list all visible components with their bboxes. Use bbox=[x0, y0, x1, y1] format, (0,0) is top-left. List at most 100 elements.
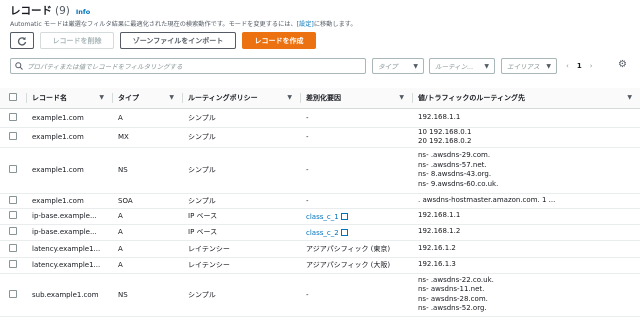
row-checkbox[interactable] bbox=[9, 289, 17, 298]
create-record-button[interactable]: レコードを作成 bbox=[242, 32, 316, 49]
sort-icon: ▼ bbox=[399, 94, 404, 101]
records-table: レコード名 ▼ タイプ ▼ ルーティングポリシー ▼ 差別化要因 ▼ 値/トラフィックの… bbox=[0, 88, 640, 317]
column-header-type[interactable]: タイプ ▼ bbox=[112, 88, 182, 109]
column-header-value[interactable]: 値/トラフィックのルーティング先 ▼ bbox=[412, 88, 640, 109]
routing-policy: レイテンシー bbox=[182, 240, 300, 258]
value-cell: 192.16.1.3 bbox=[412, 257, 640, 274]
value-cell: 192.168.1.1 bbox=[412, 208, 640, 225]
info-link[interactable]: Info bbox=[76, 8, 90, 16]
record-value: 20 192.168.0.2 bbox=[418, 137, 472, 145]
routing-policy: シンプル bbox=[182, 108, 300, 128]
record-value: ns- .awsdns-22.co.uk. bbox=[418, 275, 494, 284]
alias-filter-placeholder: エイリアス bbox=[507, 63, 540, 71]
differentiator: - bbox=[300, 108, 412, 128]
table-row[interactable]: example1.com SOA シンプル - . awsdns-hostmaster… bbox=[0, 193, 640, 209]
routing-policy: レイテンシー bbox=[182, 257, 300, 274]
refresh-icon bbox=[17, 36, 27, 46]
row-checkbox[interactable] bbox=[9, 227, 17, 235]
row-select-cell bbox=[0, 127, 26, 148]
table-row[interactable]: example1.com A シンプル -192.168.1.1 bbox=[0, 108, 640, 128]
table-row[interactable]: example1.com MX シンプル -10 192.168.0.1 20 192.… bbox=[0, 127, 640, 148]
differentiator-cell: class_c_1 bbox=[300, 208, 412, 225]
row-select-cell bbox=[0, 147, 26, 194]
filter-row: プロパティまたは値でレコードをフィルタリングする タイプ ▼ ルーティン... … bbox=[10, 58, 632, 74]
row-checkbox[interactable] bbox=[9, 165, 17, 173]
table-header-row: レコード名 ▼ タイプ ▼ ルーティングポリシー ▼ 差別化要因 ▼ 値/トラフィックの… bbox=[0, 88, 640, 109]
row-checkbox[interactable] bbox=[9, 132, 17, 140]
type-filter-placeholder: タイプ bbox=[378, 63, 398, 71]
delete-record-button[interactable]: レコードを削除 bbox=[40, 32, 114, 49]
search-input[interactable]: プロパティまたは値でレコードをフィルタリングする bbox=[10, 58, 366, 74]
row-checkbox[interactable] bbox=[9, 195, 17, 204]
settings-link[interactable]: [設定] bbox=[297, 21, 314, 28]
row-checkbox[interactable] bbox=[9, 260, 17, 268]
record-name: example1.com bbox=[26, 108, 112, 128]
toolbar: レコードを削除 ゾーンファイルをインポート レコードを作成 bbox=[10, 32, 316, 49]
alias-filter-select[interactable]: エイリアス ▼ bbox=[501, 58, 557, 74]
record-type: A bbox=[112, 257, 182, 274]
table-row[interactable]: ip-base.example... A IP ベース class_c_1 192.16… bbox=[0, 208, 640, 225]
column-label: レコード名 bbox=[32, 93, 67, 102]
record-name: example1.com bbox=[26, 127, 112, 148]
routing-policy: シンプル bbox=[182, 193, 300, 209]
description-text: Automatic モードは厳選なフィルタ結果に最適化された現在の検索動作です。… bbox=[10, 21, 297, 28]
record-type: MX bbox=[112, 127, 182, 148]
column-header-differentiator[interactable]: 差別化要因 ▼ bbox=[300, 88, 412, 109]
row-checkbox[interactable] bbox=[9, 243, 17, 252]
row-select-cell bbox=[0, 108, 26, 128]
column-header-name[interactable]: レコード名 ▼ bbox=[26, 88, 112, 109]
table-row[interactable]: sub.example1.com NS シンプル - ns- .awsdns-22.co… bbox=[0, 273, 640, 317]
record-type: A bbox=[112, 108, 182, 128]
record-type: A bbox=[112, 208, 182, 225]
differentiator-link[interactable]: class_c_1 bbox=[306, 213, 339, 221]
pagination: ‹ 1 › bbox=[566, 58, 593, 74]
routing-policy: シンプル bbox=[182, 147, 300, 194]
routing-filter-select[interactable]: ルーティン... ▼ bbox=[429, 58, 495, 74]
differentiator-link[interactable]: class_c_2 bbox=[306, 229, 339, 237]
select-all-cell bbox=[0, 88, 26, 109]
record-value: ns- awsdns-11.net. bbox=[418, 285, 485, 293]
column-label: 差別化要因 bbox=[306, 93, 341, 102]
record-value: 192.168.1.1 bbox=[418, 211, 461, 220]
column-label: タイプ bbox=[118, 93, 139, 102]
row-select-cell bbox=[0, 240, 26, 258]
import-zone-file-button[interactable]: ゾーンファイルをインポート bbox=[120, 32, 236, 49]
sort-icon: ▼ bbox=[627, 94, 632, 101]
record-name: sub.example1.com bbox=[26, 273, 112, 317]
table-row[interactable]: latency.example1... A レイテンシー アジアパシフィック (大阪)… bbox=[0, 257, 640, 274]
record-value: . awsdns-hostmaster.amazon.com. 1 ... bbox=[418, 195, 556, 204]
page-number[interactable]: 1 bbox=[577, 62, 582, 70]
routing-filter-placeholder: ルーティン... bbox=[435, 63, 474, 71]
external-link-icon bbox=[340, 212, 348, 220]
record-value: 192.16.1.3 bbox=[418, 260, 456, 269]
row-checkbox[interactable] bbox=[9, 112, 17, 121]
differentiator-cell: class_c_2 bbox=[300, 224, 412, 241]
select-all-checkbox[interactable] bbox=[9, 92, 17, 101]
differentiator: - bbox=[300, 127, 412, 148]
column-header-routing-policy[interactable]: ルーティングポリシー ▼ bbox=[182, 88, 300, 109]
routing-policy: シンプル bbox=[182, 127, 300, 148]
record-type: A bbox=[112, 240, 182, 258]
differentiator: アジアパシフィック (大阪) bbox=[300, 257, 412, 274]
header: レコード (9) Info bbox=[10, 3, 90, 17]
refresh-button[interactable] bbox=[10, 32, 34, 49]
row-select-cell bbox=[0, 193, 26, 209]
gear-icon[interactable]: ⚙ bbox=[618, 59, 627, 70]
table-row[interactable]: latency.example1... A レイテンシー アジアパシフィック (東京)… bbox=[0, 240, 640, 258]
row-select-cell bbox=[0, 257, 26, 274]
previous-page-icon[interactable]: ‹ bbox=[566, 62, 569, 70]
table-row[interactable]: example1.com NS シンプル - ns- .awsdns-29.com. ns… bbox=[0, 147, 640, 194]
page-title: レコード bbox=[10, 5, 52, 17]
chevron-down-icon: ▼ bbox=[413, 62, 418, 70]
record-name: example1.com bbox=[26, 147, 112, 194]
record-type: SOA bbox=[112, 193, 182, 209]
type-filter-select[interactable]: タイプ ▼ bbox=[372, 58, 424, 74]
column-label: ルーティングポリシー bbox=[188, 93, 258, 102]
record-value: 10 192.168.0.1 bbox=[418, 127, 472, 136]
differentiator: - bbox=[300, 273, 412, 317]
row-checkbox[interactable] bbox=[9, 211, 17, 219]
record-type: NS bbox=[112, 273, 182, 317]
record-value: ns- .awsdns-52.org. bbox=[418, 304, 487, 312]
table-row[interactable]: ip-base.example... A IP ベース class_c_2 192.16… bbox=[0, 224, 640, 241]
next-page-icon[interactable]: › bbox=[590, 62, 593, 70]
